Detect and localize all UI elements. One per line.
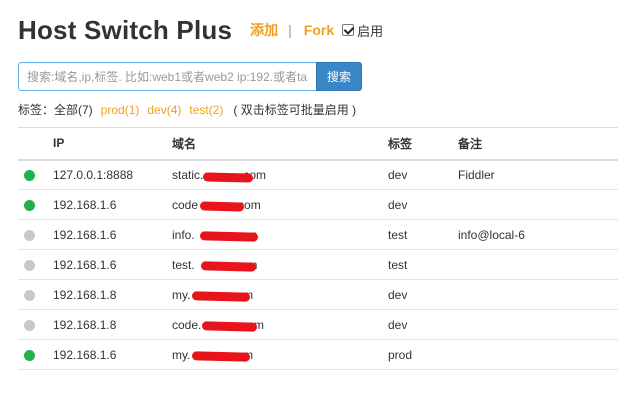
domain-cell: info.com — [172, 219, 388, 250]
redaction-mark — [200, 261, 257, 272]
domain-prefix: code. — [172, 317, 202, 332]
tag-all[interactable]: 全部(7) — [54, 101, 93, 118]
hosts-table: IP 域名 标签 备注 127.0.0.1:8888 static. com dev F… — [18, 127, 618, 370]
table-body: 127.0.0.1:8888 static. com dev Fiddler 192.16… — [18, 159, 618, 370]
column-header-ip: IP — [53, 127, 172, 161]
column-header-status — [18, 127, 53, 161]
redaction-mark — [191, 291, 251, 302]
tag-cell: dev — [388, 159, 458, 190]
fork-link[interactable]: Fork — [304, 22, 334, 38]
column-header-domain: 域名 — [172, 127, 388, 161]
ip-cell: 192.168.1.8 — [53, 309, 172, 340]
domain-prefix: code — [172, 197, 199, 212]
redaction-mark — [201, 321, 258, 332]
status-dot-disabled-icon[interactable] — [24, 319, 35, 331]
header-separator: | — [288, 22, 292, 38]
tag-cell: prod — [388, 339, 458, 370]
tag-filter-bar: 标签： 全部(7) prod(1) dev(4) test(2) ( 双击标签可… — [18, 101, 356, 118]
table-row[interactable]: 192.168.1.8my.comdev — [18, 279, 618, 310]
note-cell — [458, 279, 618, 310]
tag-cell: test — [388, 249, 458, 280]
domain-prefix: my. — [172, 287, 191, 302]
redaction-mark — [191, 351, 251, 362]
tag-cell: dev — [388, 279, 458, 310]
ip-cell: 192.168.1.6 — [53, 189, 172, 220]
domain-cell: test.com — [172, 249, 388, 280]
tag-cell: test — [388, 219, 458, 250]
note-cell — [458, 249, 618, 280]
ip-cell: 127.0.0.1:8888 — [53, 159, 172, 190]
ip-cell: 192.168.1.8 — [53, 279, 172, 310]
domain-prefix: info. — [172, 227, 195, 242]
note-cell — [458, 189, 618, 220]
domain-cell: my.com — [172, 339, 388, 370]
domain-cell: my.com — [172, 279, 388, 310]
status-cell[interactable] — [18, 279, 53, 310]
domain-prefix: static. — [172, 167, 204, 182]
redaction-mark — [199, 201, 245, 212]
header: Host Switch Plus 添加 | Fork 启用 — [18, 12, 383, 48]
app-title: Host Switch Plus — [18, 14, 233, 45]
status-dot-disabled-icon[interactable] — [24, 259, 35, 271]
status-cell[interactable] — [18, 159, 53, 190]
tags-label: 标签： — [18, 103, 55, 117]
domain-cell: code.com — [172, 309, 388, 340]
status-cell[interactable] — [18, 189, 53, 220]
status-cell[interactable] — [18, 249, 53, 280]
ip-cell: 192.168.1.6 — [53, 219, 172, 250]
ip-cell: 192.168.1.6 — [53, 249, 172, 280]
domain-cell: code com — [172, 189, 388, 220]
status-cell[interactable] — [18, 339, 53, 370]
tag-test[interactable]: test(2) — [189, 103, 223, 117]
status-dot-enabled-icon[interactable] — [24, 199, 35, 211]
ip-cell: 192.168.1.6 — [53, 339, 172, 370]
table-row[interactable]: 192.168.1.6 code com dev — [18, 189, 618, 220]
search-input[interactable] — [18, 62, 316, 91]
redaction-mark — [199, 231, 259, 242]
tag-cell: dev — [388, 309, 458, 340]
column-header-tag: 标签 — [388, 127, 458, 161]
enable-label: 启用 — [357, 23, 384, 39]
table-header-row: IP 域名 标签 备注 — [18, 127, 618, 161]
add-link[interactable]: 添加 — [250, 20, 278, 40]
tags-hint: ( 双击标签可批量启用 ) — [233, 103, 357, 117]
note-cell — [458, 309, 618, 340]
tag-cell: dev — [388, 189, 458, 220]
tag-dev[interactable]: dev(4) — [147, 103, 181, 117]
search-bar: 搜索 — [18, 62, 362, 91]
enable-checkbox[interactable] — [342, 24, 355, 36]
table-row[interactable]: 192.168.1.6my.comprod — [18, 339, 618, 370]
status-cell[interactable] — [18, 219, 53, 250]
table-row[interactable]: 192.168.1.6test.comtest — [18, 249, 618, 280]
note-cell: info@local-6 — [458, 219, 618, 250]
table-row[interactable]: 127.0.0.1:8888 static. com dev Fiddler — [18, 159, 618, 190]
note-cell: Fiddler — [458, 159, 618, 190]
redaction-mark — [202, 171, 254, 183]
domain-prefix: my. — [172, 347, 191, 362]
status-dot-enabled-icon[interactable] — [24, 170, 35, 182]
column-header-note: 备注 — [458, 127, 618, 161]
domain-prefix: test. — [172, 257, 195, 272]
status-dot-disabled-icon[interactable] — [24, 289, 35, 301]
domain-cell: static. com — [172, 159, 388, 190]
tag-prod[interactable]: prod(1) — [101, 103, 140, 117]
status-cell[interactable] — [18, 309, 53, 340]
table-row[interactable]: 192.168.1.6info.comtestinfo@local-6 — [18, 219, 618, 250]
enable-toggle[interactable]: 启用 — [342, 21, 383, 40]
table-row[interactable]: 192.168.1.8code.comdev — [18, 309, 618, 340]
note-cell — [458, 339, 618, 370]
status-dot-disabled-icon[interactable] — [24, 229, 35, 241]
status-dot-enabled-icon[interactable] — [24, 349, 35, 361]
search-button[interactable]: 搜索 — [316, 62, 362, 91]
